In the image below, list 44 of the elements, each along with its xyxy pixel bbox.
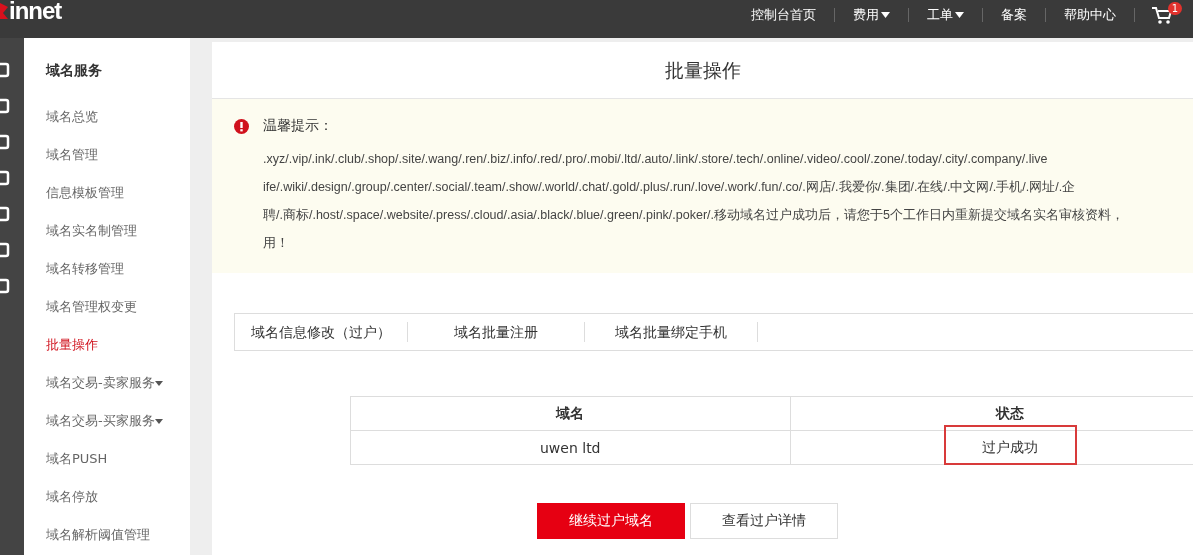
logo-mark-icon: [0, 1, 8, 21]
sidebar-item[interactable]: 域名交易-卖家服务: [46, 364, 190, 402]
details-button[interactable]: 查看过户详情: [690, 503, 838, 539]
menu-icon[interactable]: [0, 62, 10, 78]
sidebar-item[interactable]: 信息模板管理: [46, 174, 190, 212]
nav-link[interactable]: 帮助中心: [1046, 6, 1134, 24]
notice-text: ife/.wiki/.design/.group/.center/.social/.team/.show/.world/.chat/.gold/.plus/.run/.love/.work/.fun/.co/.网店/.我爱你/.集团/.在线/.中文网/.手机/.网址/.企: [262, 179, 1077, 196]
tab[interactable]: 域名批量注册: [408, 322, 585, 342]
notice-title: 温馨提示：: [263, 117, 333, 135]
sidebar-item[interactable]: 域名实名制管理: [46, 212, 190, 250]
nav-link[interactable]: 控制台首页: [733, 6, 834, 24]
tab[interactable]: 域名信息修改（过户）: [235, 322, 408, 342]
tab[interactable]: 域名批量绑定手机: [585, 322, 758, 342]
nav-link[interactable]: 费用: [835, 6, 908, 24]
notice-text: 聘/.商标/.host/.space/.website/.press/.cloud/.asia/.black/.blue/.green/.pink/.poker/.移动域名过户成功后，请您于5个工作日内重新提交域名实名审核资料，: [262, 207, 1125, 224]
notice-text: 用！: [262, 235, 290, 252]
table-cell: 过户成功: [981, 438, 1038, 455]
menu-icon[interactable]: [0, 98, 10, 114]
sidebar-item[interactable]: 域名管理: [46, 136, 190, 174]
table-cell: uwen ltd: [350, 430, 790, 465]
cart-count-badge: 1: [1167, 2, 1182, 15]
nav-link[interactable]: 工单: [909, 6, 982, 24]
sidebar-item[interactable]: 域名总览: [46, 98, 190, 136]
nav-link[interactable]: 备案: [983, 6, 1045, 24]
menu-icon[interactable]: [0, 206, 10, 222]
sidebar-item[interactable]: 域名解析阈值管理: [46, 516, 190, 554]
notice-text: .xyz/.vip/.ink/.club/.shop/.site/.wang/.ren/.biz/.info/.red/.pro/.mobi/.ltd/.auto/.link/.store/.tech/.online/.video/.cool/.zone/.today/.city/.company/.live: [262, 151, 1049, 168]
sidebar-item[interactable]: 域名PUSH: [46, 440, 190, 478]
menu-icon[interactable]: [0, 242, 10, 258]
sidebar-item[interactable]: 域名停放: [46, 478, 190, 516]
menu-icon[interactable]: [0, 278, 10, 294]
menu-icon[interactable]: [0, 134, 10, 150]
sidebar-title: 域名服务: [46, 62, 103, 80]
warning-icon: [234, 118, 249, 134]
column-header: 状态: [790, 396, 1193, 431]
sidebar-item[interactable]: 批量操作: [46, 326, 190, 364]
continue-button[interactable]: 继续过户域名: [537, 503, 685, 539]
logo-text[interactable]: innet: [9, 0, 62, 25]
menu-icon[interactable]: [0, 170, 10, 186]
column-header: 域名: [350, 396, 790, 431]
sidebar-item[interactable]: 域名转移管理: [46, 250, 190, 288]
sidebar-item[interactable]: 域名交易-买家服务: [46, 402, 190, 440]
cart-icon[interactable]: [1151, 5, 1173, 25]
sidebar-item[interactable]: 域名管理权变更: [46, 288, 190, 326]
